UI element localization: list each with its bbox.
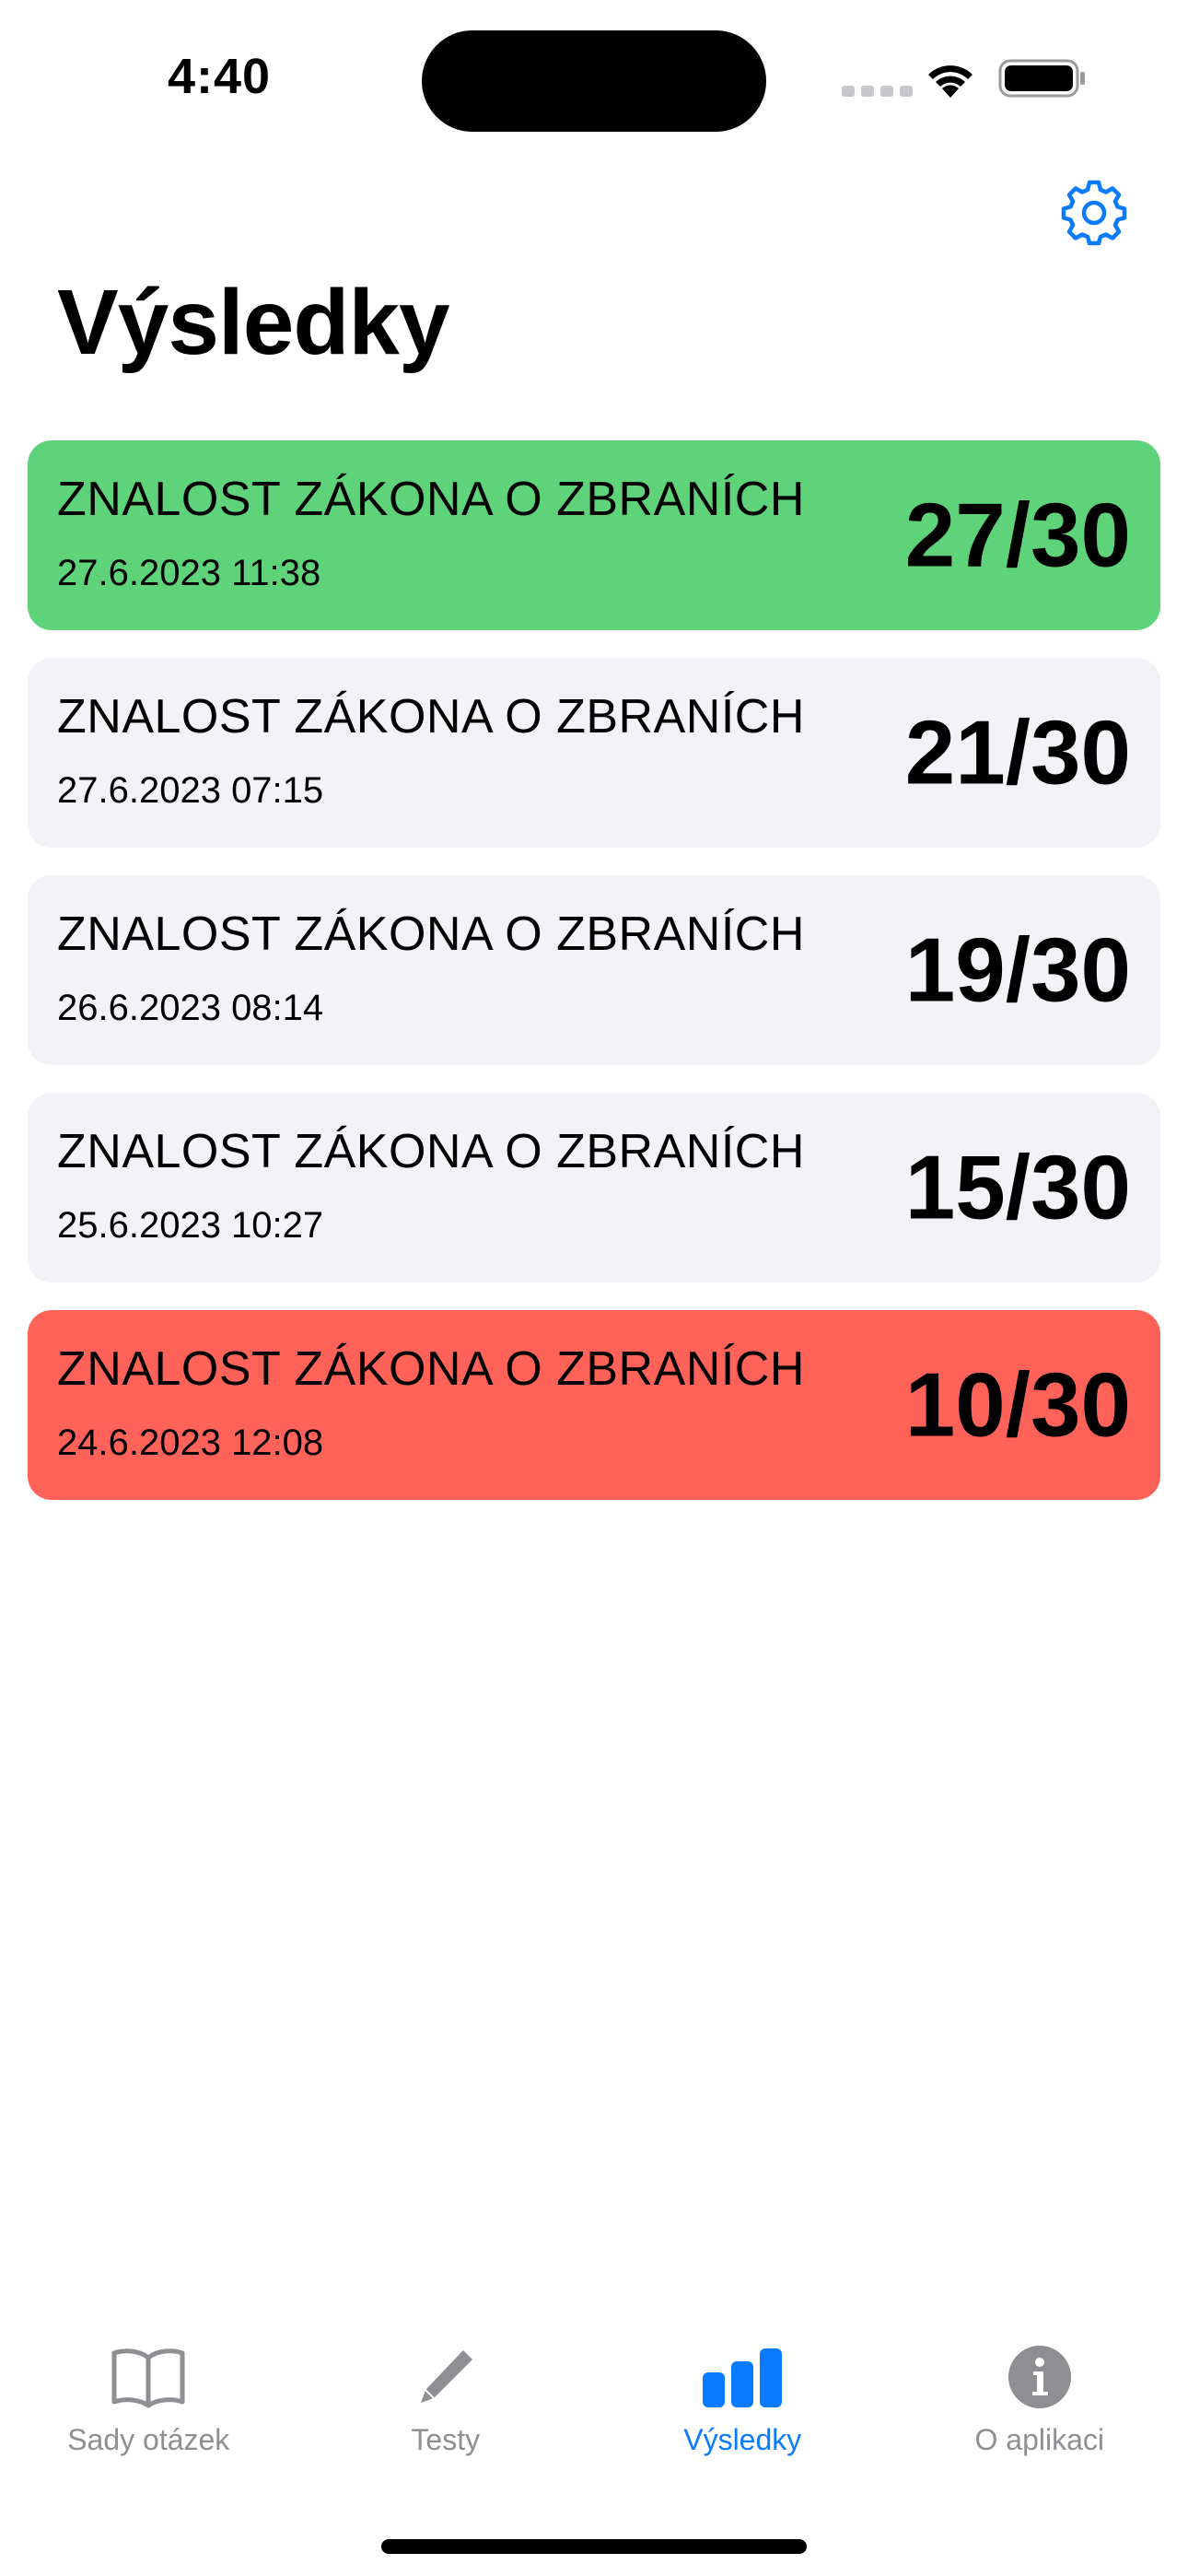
gear-icon [1061, 180, 1127, 246]
dynamic-island [422, 30, 766, 132]
result-score: 10/30 [904, 1353, 1131, 1456]
results-list: ZNALOST ZÁKONA O ZBRANÍCH 27.6.2023 11:3… [28, 440, 1160, 1528]
result-card[interactable]: ZNALOST ZÁKONA O ZBRANÍCH 27.6.2023 11:3… [28, 440, 1160, 630]
info-icon [998, 2340, 1081, 2414]
wifi-icon [928, 65, 973, 98]
tab-vysledky[interactable]: Výsledky [594, 2340, 891, 2506]
tab-o-aplikaci[interactable]: O aplikaci [891, 2340, 1188, 2506]
tab-testy[interactable]: Testy [297, 2340, 595, 2506]
result-date: 26.6.2023 08:14 [57, 988, 324, 1028]
home-indicator [381, 2539, 807, 2554]
tab-bar: Sady otázek Testy Výsledky O aplikaci [0, 2340, 1188, 2506]
book-icon [107, 2340, 190, 2414]
result-test-name: ZNALOST ZÁKONA O ZBRANÍCH [57, 1342, 805, 1396]
pencil-icon [404, 2340, 487, 2414]
result-score: 19/30 [904, 919, 1131, 1021]
result-test-name: ZNALOST ZÁKONA O ZBRANÍCH [57, 907, 805, 961]
page-title: Výsledky [57, 271, 450, 374]
result-score: 27/30 [904, 484, 1131, 586]
result-test-name: ZNALOST ZÁKONA O ZBRANÍCH [57, 1125, 805, 1178]
result-card[interactable]: ZNALOST ZÁKONA O ZBRANÍCH 24.6.2023 12:0… [28, 1310, 1160, 1500]
result-date: 24.6.2023 12:08 [57, 1423, 324, 1463]
result-score: 21/30 [904, 701, 1131, 803]
status-bar: 4:40 [0, 0, 1188, 157]
battery-icon [998, 59, 1085, 98]
tab-label: Sady otázek [67, 2423, 230, 2456]
result-date: 25.6.2023 10:27 [57, 1205, 324, 1246]
result-card[interactable]: ZNALOST ZÁKONA O ZBRANÍCH 26.6.2023 08:1… [28, 875, 1160, 1065]
status-time: 4:40 [168, 49, 272, 104]
tab-label: Výsledky [683, 2423, 802, 2456]
bar-chart-icon [701, 2340, 784, 2414]
result-card[interactable]: ZNALOST ZÁKONA O ZBRANÍCH 27.6.2023 07:1… [28, 658, 1160, 848]
tab-label: Testy [411, 2423, 481, 2456]
result-card[interactable]: ZNALOST ZÁKONA O ZBRANÍCH 25.6.2023 10:2… [28, 1093, 1160, 1282]
result-test-name: ZNALOST ZÁKONA O ZBRANÍCH [57, 473, 805, 526]
result-date: 27.6.2023 11:38 [57, 553, 321, 593]
cellular-signal-icon [842, 86, 913, 97]
result-score: 15/30 [904, 1136, 1131, 1238]
tab-label: O aplikaci [974, 2423, 1105, 2456]
settings-button[interactable] [1059, 177, 1129, 247]
result-date: 27.6.2023 07:15 [57, 770, 324, 811]
result-test-name: ZNALOST ZÁKONA O ZBRANÍCH [57, 690, 805, 744]
tab-sady-otazek[interactable]: Sady otázek [0, 2340, 297, 2506]
